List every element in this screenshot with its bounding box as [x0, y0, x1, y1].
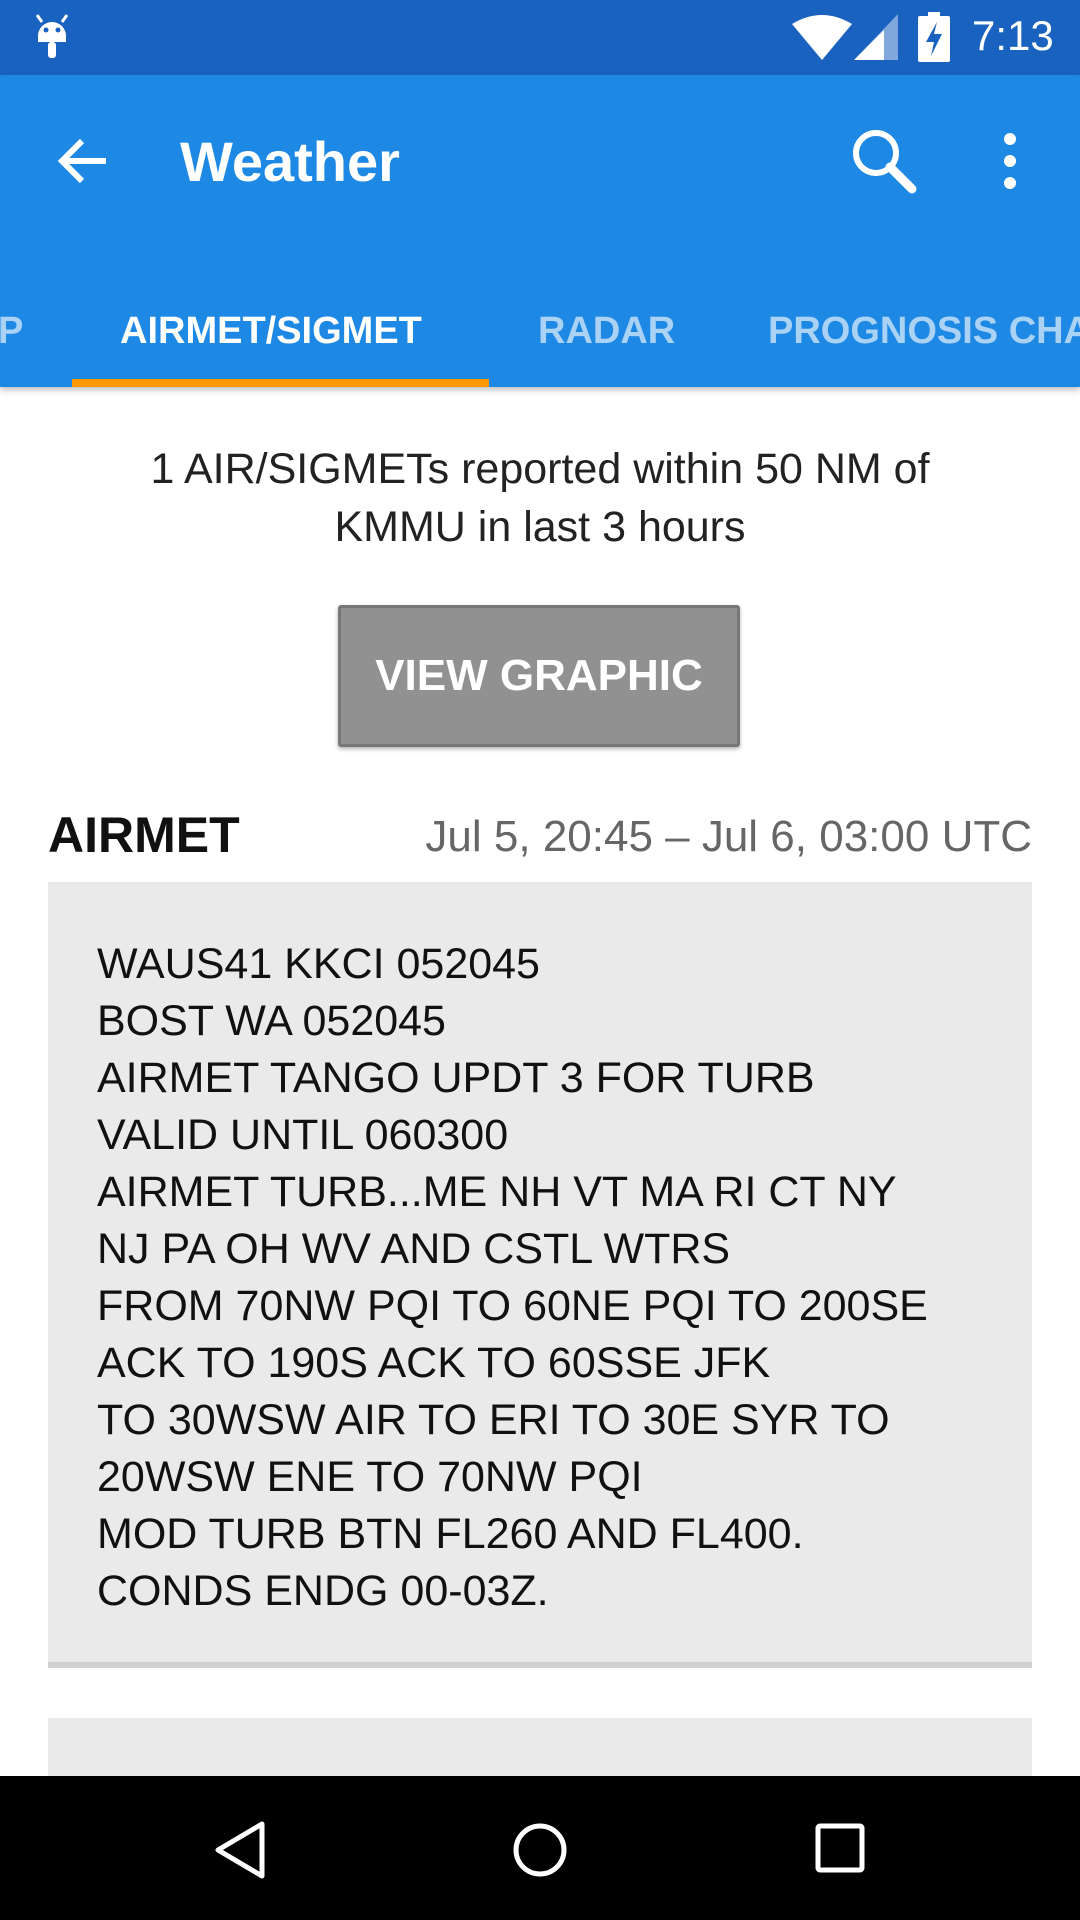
signal-icon	[854, 14, 898, 60]
android-icon	[35, 14, 69, 58]
summary-text: 1 AIR/SIGMETs reported within 50 NM of K…	[60, 440, 1020, 556]
app-bar: Weather P AIRMET/SIGMET RADAR PROGNOSIS …	[0, 75, 1080, 387]
report-line: BOST WA 052045	[97, 997, 446, 1045]
arrow-back-icon[interactable]	[54, 131, 114, 191]
search-icon[interactable]	[848, 125, 920, 197]
tab-p[interactable]: P	[0, 275, 23, 387]
report-line: ACK TO 190S ACK TO 60SSE JFK	[97, 1339, 771, 1387]
report-line: FROM 70NW PQI TO 60NE PQI TO 200SE	[97, 1282, 928, 1330]
nav-recents-icon[interactable]	[814, 1822, 866, 1874]
report-line: 20WSW ENE TO 70NW PQI	[97, 1453, 643, 1501]
report-time-range: Jul 5, 20:45 – Jul 6, 03:00 UTC	[425, 812, 1032, 861]
report-type: AIRMET	[48, 807, 240, 863]
report-line: NJ PA OH WV AND CSTL WTRS	[97, 1225, 731, 1273]
report-line: VALID UNTIL 060300	[97, 1111, 509, 1159]
tab-indicator	[72, 379, 489, 387]
summary-line-1: 1 AIR/SIGMETs reported within 50 NM of	[150, 445, 930, 493]
report-line: CONDS ENDG 00-03Z.	[97, 1567, 549, 1615]
nav-home-icon[interactable]	[510, 1820, 570, 1880]
status-time: 7:13	[972, 12, 1054, 59]
more-vert-icon[interactable]	[990, 131, 1030, 191]
view-graphic-button[interactable]: VIEW GRAPHIC	[338, 605, 740, 747]
report-text: WAUS41 KKCI 052045 BOST WA 052045 AIRMET…	[97, 936, 928, 1620]
wifi-icon	[792, 15, 852, 60]
tab-radar[interactable]: RADAR	[538, 275, 675, 387]
report-line: MOD TURB BTN FL260 AND FL400.	[97, 1510, 804, 1558]
battery-charging-icon	[918, 12, 950, 62]
status-bar: 7:13	[0, 0, 1080, 75]
report-card: WAUS41 KKCI 052045 BOST WA 052045 AIRMET…	[48, 882, 1032, 1668]
report-line: TO 30WSW AIR TO ERI TO 30E SYR TO	[97, 1396, 890, 1444]
tab-prognosis-charts[interactable]: PROGNOSIS CHA	[768, 275, 1080, 387]
navigation-bar	[0, 1776, 1080, 1920]
report-line: AIRMET TANGO UPDT 3 FOR TURB	[97, 1054, 815, 1102]
tab-airmet-sigmet[interactable]: AIRMET/SIGMET	[120, 275, 422, 387]
nav-back-icon[interactable]	[212, 1820, 268, 1880]
report-line: WAUS41 KKCI 052045	[97, 940, 540, 988]
report-line: AIRMET TURB...ME NH VT MA RI CT NY	[97, 1168, 897, 1216]
page-title: Weather	[180, 130, 400, 193]
summary-line-2: KMMU in last 3 hours	[334, 503, 746, 551]
tab-bar: P AIRMET/SIGMET RADAR PROGNOSIS CHA	[0, 275, 1080, 387]
